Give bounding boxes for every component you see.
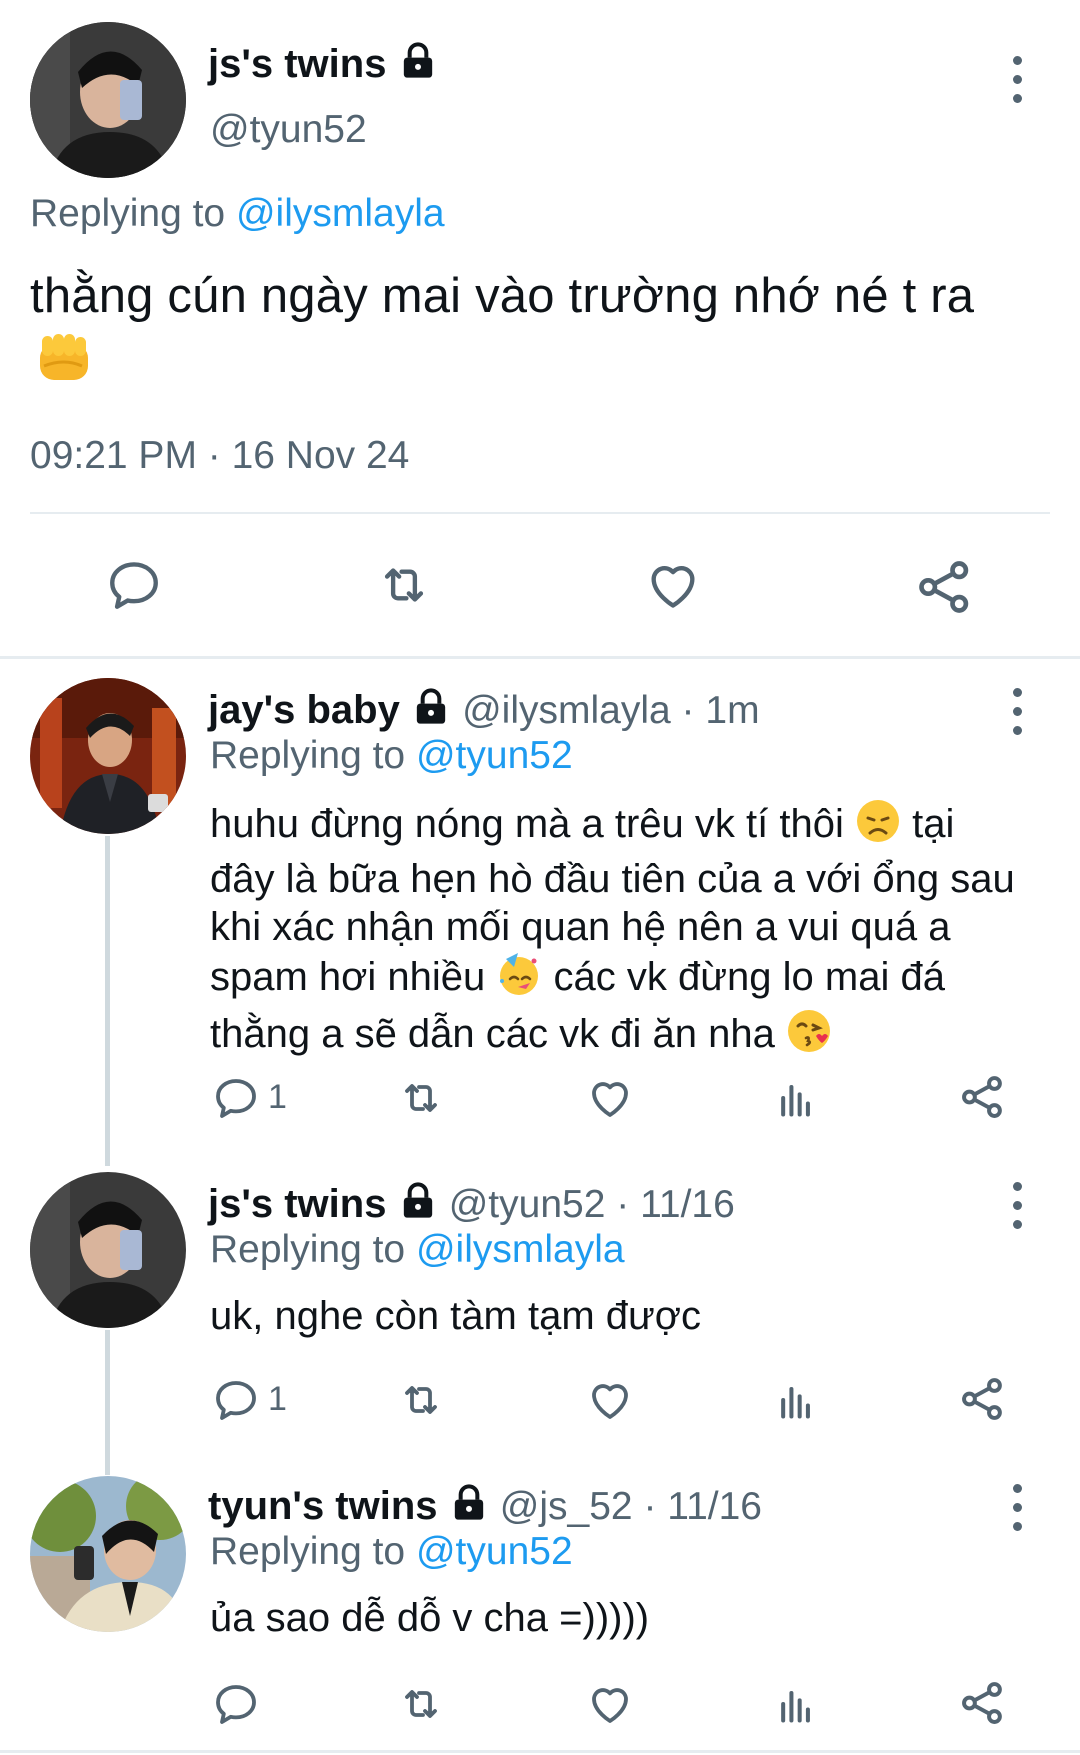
thread-line (105, 1330, 110, 1475)
divider (30, 512, 1050, 514)
replying-to: Replying to @ilysmlayla (30, 192, 445, 235)
tweet-text: huhu đừng nóng mà a trêu vk tí thôi tại … (210, 798, 1015, 1065)
lock-icon (398, 41, 438, 92)
lock-icon (411, 687, 451, 738)
handle[interactable]: @ilysmlayla (462, 689, 671, 732)
replying-to: Replying to @ilysmlayla (210, 1228, 625, 1271)
avatar[interactable] (30, 1476, 186, 1632)
display-name[interactable]: js's twins (208, 1182, 386, 1226)
lock-icon (398, 1181, 438, 1232)
time: 11/16 (640, 1183, 735, 1226)
reply-icon[interactable] (212, 1680, 260, 1728)
reply-icon[interactable] (212, 1376, 260, 1424)
like-icon[interactable] (585, 1376, 635, 1424)
time: 1m (705, 689, 760, 732)
replying-to-link[interactable]: @ilysmlayla (236, 192, 445, 235)
reply-icon[interactable] (212, 1074, 260, 1122)
reply-count: 1 (268, 1078, 287, 1116)
handle[interactable]: @tyun52 (210, 108, 367, 152)
thread-line (105, 836, 110, 1166)
retweet-icon[interactable] (394, 1376, 448, 1424)
replying-to-link[interactable]: @tyun52 (416, 1530, 573, 1573)
section-divider (0, 1750, 1080, 1753)
reply-icon[interactable] (104, 556, 164, 614)
analytics-icon[interactable] (774, 1680, 818, 1728)
handle[interactable]: @js_52 (500, 1485, 633, 1528)
section-divider (0, 656, 1080, 659)
avatar[interactable] (30, 1172, 186, 1328)
more-options-icon[interactable] (1010, 1484, 1024, 1531)
lock-icon (449, 1483, 489, 1534)
replying-to-link[interactable]: @tyun52 (416, 734, 573, 777)
more-options-icon[interactable] (1010, 1182, 1024, 1229)
display-name[interactable]: tyun's twins (208, 1484, 438, 1528)
timestamp: 09:21 PM · 16 Nov 24 (30, 434, 410, 477)
replying-to-link[interactable]: @ilysmlayla (416, 1228, 625, 1271)
retweet-icon[interactable] (394, 1074, 448, 1122)
retweet-icon[interactable] (394, 1680, 448, 1728)
share-icon[interactable] (914, 556, 976, 618)
retweet-icon[interactable] (370, 556, 438, 614)
fist-emoji-icon (34, 330, 94, 391)
avatar[interactable] (30, 22, 186, 178)
analytics-icon[interactable] (774, 1376, 818, 1424)
replying-to: Replying to @tyun52 (210, 1530, 573, 1573)
share-icon[interactable] (958, 1678, 1008, 1728)
analytics-icon[interactable] (774, 1074, 818, 1122)
partying-face-emoji-icon (496, 951, 542, 1008)
like-icon[interactable] (585, 1074, 635, 1122)
kissing-face-emoji-icon (786, 1008, 832, 1065)
more-options-icon[interactable] (1010, 56, 1024, 103)
handle[interactable]: @tyun52 (449, 1183, 606, 1226)
tweet-text: uk, nghe còn tàm tạm được (210, 1294, 702, 1338)
avatar[interactable] (30, 678, 186, 834)
tweet-text: thằng cún ngày mai vào trường nhớ né t r… (30, 269, 975, 323)
disappointed-face-emoji-icon (855, 798, 901, 855)
like-icon[interactable] (585, 1680, 635, 1728)
time: 11/16 (667, 1485, 762, 1528)
share-icon[interactable] (958, 1374, 1008, 1424)
display-name[interactable]: jay's baby (208, 688, 400, 732)
replying-to: Replying to @tyun52 (210, 734, 573, 777)
more-options-icon[interactable] (1010, 688, 1024, 735)
like-icon[interactable] (642, 556, 704, 614)
tweet-text: ủa sao dễ dỗ v cha =))))) (210, 1596, 650, 1640)
share-icon[interactable] (958, 1072, 1008, 1122)
reply-count: 1 (268, 1380, 287, 1418)
display-name[interactable]: js's twins (208, 42, 386, 86)
